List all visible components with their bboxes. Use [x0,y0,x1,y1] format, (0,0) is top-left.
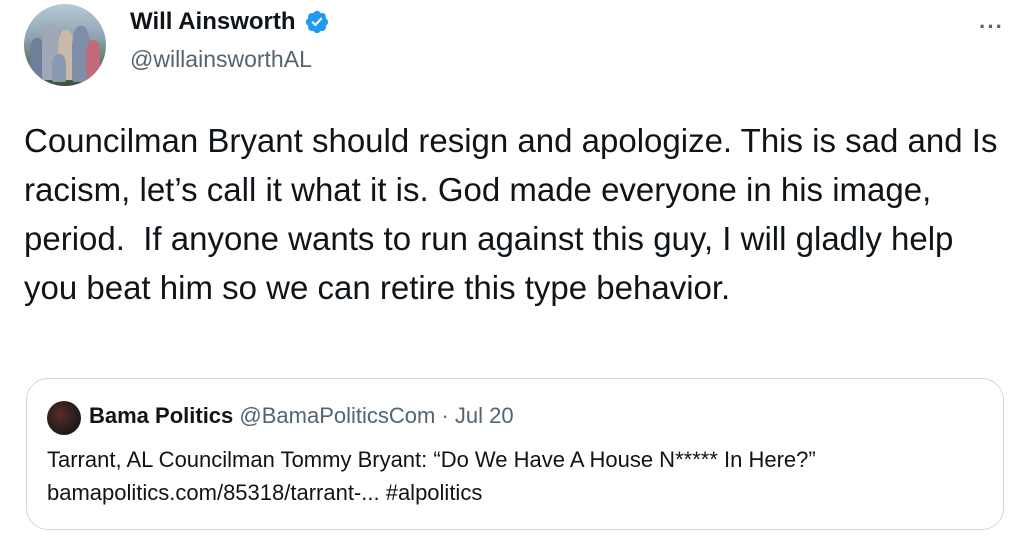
author-avatar[interactable] [24,4,106,86]
quoted-author-avatar[interactable] [47,401,81,435]
quoted-tweet[interactable]: Bama Politics @BamaPoliticsCom · Jul 20 … [26,378,1004,530]
verified-badge-icon [305,10,328,34]
quoted-tweet-header: Bama Politics @BamaPoliticsCom · Jul 20 [89,403,514,429]
quoted-tweet-date[interactable]: Jul 20 [455,403,514,428]
tweet-text: Councilman Bryant should resign and apol… [24,122,1007,306]
author-handle[interactable]: @willainsworthAL [130,46,312,73]
more-options-icon[interactable]: ··· [979,14,1004,40]
quoted-author-handle[interactable]: @BamaPoliticsCom [239,403,435,428]
quoted-separator: · [441,403,449,428]
author-header: Will Ainsworth [130,8,330,36]
quoted-tweet-text: Tarrant, AL Councilman Tommy Bryant: “Do… [47,447,816,505]
author-name[interactable]: Will Ainsworth [130,8,296,36]
quoted-author-name[interactable]: Bama Politics [89,403,233,428]
